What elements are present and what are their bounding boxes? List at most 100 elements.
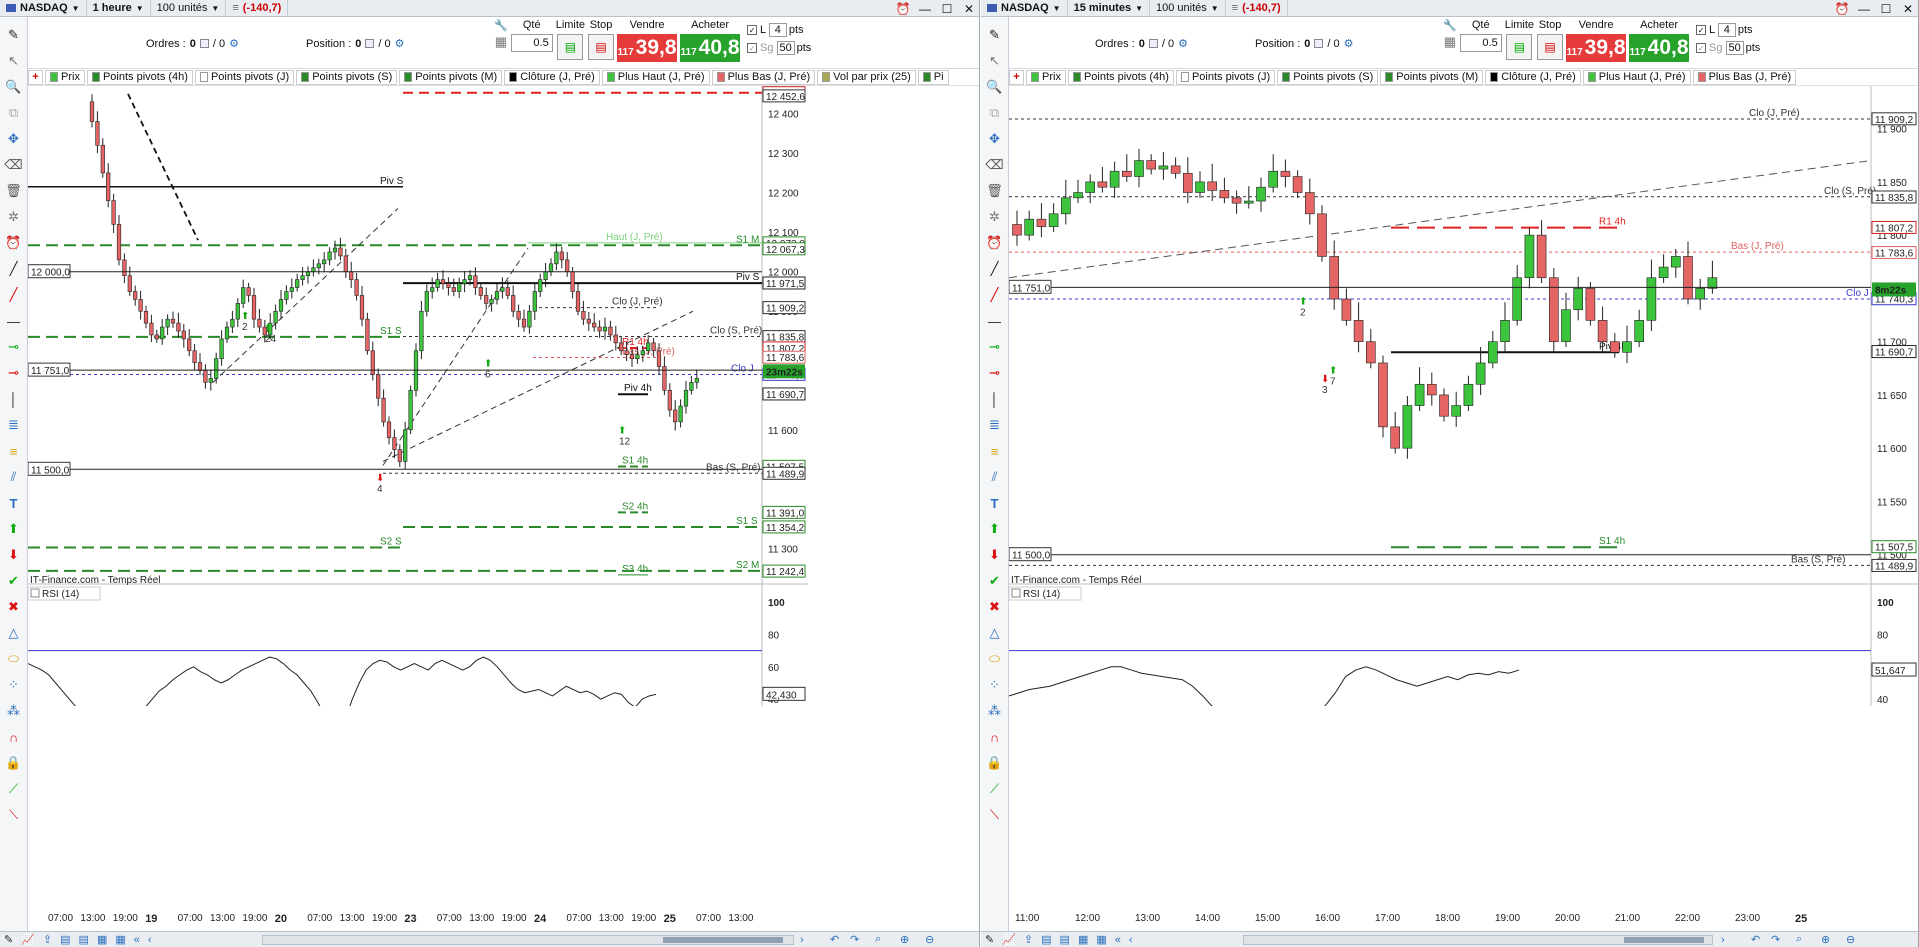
- pencil-icon[interactable]: ✎: [985, 933, 994, 946]
- list3-icon[interactable]: ▦: [97, 933, 107, 946]
- trendline-icon[interactable]: ╱: [985, 259, 1005, 279]
- zoom-fit-icon[interactable]: ⌕: [1796, 933, 1802, 946]
- hline-red-icon[interactable]: ⊸: [4, 363, 24, 383]
- l-pts-input[interactable]: 4: [1717, 23, 1736, 37]
- list2-icon[interactable]: ▤: [1060, 933, 1070, 946]
- vline-icon[interactable]: │: [985, 389, 1005, 409]
- list-icon[interactable]: ▤: [60, 933, 70, 946]
- calculator-icon[interactable]: ▦: [495, 34, 507, 50]
- orders-list-icon[interactable]: [1148, 39, 1158, 48]
- indicator-tag[interactable]: Prix: [1026, 69, 1066, 85]
- alarm-icon[interactable]: ⏰: [895, 2, 911, 16]
- lock-icon[interactable]: 🔒: [4, 753, 24, 773]
- list3-icon[interactable]: ▦: [1078, 933, 1088, 946]
- indicator-tag[interactable]: Points pivots (S): [296, 69, 398, 85]
- pencil-icon[interactable]: ✎: [985, 25, 1005, 45]
- pattern-red-icon[interactable]: ⟍: [4, 805, 24, 825]
- limit-order-button[interactable]: ▤: [1506, 34, 1533, 60]
- checkmark-icon[interactable]: ✔: [4, 571, 24, 591]
- indicator-tag[interactable]: Points pivots (4h): [86, 69, 193, 85]
- indicator-tag[interactable]: Prix: [45, 69, 85, 85]
- minimize-icon[interactable]: —: [917, 2, 933, 16]
- scroll-left-icon[interactable]: «: [134, 934, 140, 946]
- redo-icon[interactable]: ↷: [1771, 933, 1780, 946]
- indicator-tag[interactable]: Points pivots (J): [1175, 69, 1276, 85]
- scroll-left-icon[interactable]: «: [1115, 934, 1121, 946]
- scroll-forward-icon[interactable]: ›: [1721, 934, 1725, 946]
- cross-icon[interactable]: ✖: [4, 597, 24, 617]
- qty-input[interactable]: 0.5: [510, 34, 553, 52]
- redo-icon[interactable]: ↷: [850, 933, 859, 946]
- minimize-icon[interactable]: —: [1856, 2, 1872, 16]
- ray-icon[interactable]: ╱: [4, 285, 24, 305]
- copy-icon[interactable]: ⧉: [4, 103, 24, 123]
- timeframe-select[interactable]: 15 minutes ▼: [1068, 0, 1150, 17]
- list4-icon[interactable]: ▦: [115, 933, 125, 946]
- l-checkbox[interactable]: ✓: [1696, 25, 1707, 36]
- stop-order-button[interactable]: ▤: [588, 34, 615, 60]
- fibonacci-icon[interactable]: ≣: [985, 415, 1005, 435]
- lock-icon[interactable]: 🔒: [985, 753, 1005, 773]
- indicator-tag[interactable]: Plus Bas (J, Pré): [1692, 69, 1797, 85]
- triangle-icon[interactable]: △: [985, 623, 1005, 643]
- arrow-up-icon[interactable]: ⬆: [985, 519, 1005, 539]
- fibonacci-icon[interactable]: ≣: [4, 415, 24, 435]
- wrench-icon[interactable]: 🔧: [1443, 19, 1457, 34]
- triangle-icon[interactable]: △: [4, 623, 24, 643]
- list2-icon[interactable]: ▤: [79, 933, 89, 946]
- indicator-tag[interactable]: Clôture (J, Pré): [504, 69, 600, 85]
- copy-icon[interactable]: ⧉: [985, 103, 1005, 123]
- cursor-icon[interactable]: ↖: [4, 51, 24, 71]
- move-icon[interactable]: ✥: [4, 129, 24, 149]
- eraser-icon[interactable]: ⌫: [4, 155, 24, 175]
- text-icon[interactable]: T: [4, 493, 24, 513]
- stop-order-button[interactable]: ▤: [1537, 34, 1564, 60]
- sg-pts-input[interactable]: 50: [776, 41, 795, 55]
- instrument-select[interactable]: NASDAQ ▼: [981, 0, 1068, 17]
- magnet-icon[interactable]: ✲: [4, 207, 24, 227]
- zoom-fit-icon[interactable]: ⌕: [875, 933, 881, 946]
- gear-icon[interactable]: ⚙: [229, 37, 239, 50]
- indicator-tag[interactable]: Plus Bas (J, Pré): [711, 69, 816, 85]
- arrow-up-icon[interactable]: ⬆: [4, 519, 24, 539]
- instrument-select[interactable]: NASDAQ ▼: [0, 0, 87, 17]
- alarm-icon[interactable]: ⏰: [985, 233, 1005, 253]
- chart-type-icon[interactable]: 📈: [21, 933, 35, 946]
- zoom-icon[interactable]: 🔍: [4, 77, 24, 97]
- sell-button[interactable]: 117 39,8: [1566, 34, 1627, 62]
- wrench-icon[interactable]: 🔧: [494, 19, 508, 34]
- chart-type-icon[interactable]: 📈: [1002, 933, 1016, 946]
- eraser-icon[interactable]: ⌫: [985, 155, 1005, 175]
- vline-icon[interactable]: │: [4, 389, 24, 409]
- hline-green-icon[interactable]: ⊸: [985, 337, 1005, 357]
- arrow-down-icon[interactable]: ⬇: [985, 545, 1005, 565]
- sg-checkbox[interactable]: ✓: [747, 43, 758, 54]
- scrollbar-thumb[interactable]: [663, 937, 783, 943]
- text-icon[interactable]: T: [985, 493, 1005, 513]
- sg-checkbox[interactable]: ✓: [1696, 43, 1707, 54]
- trendline-icon[interactable]: ╱: [4, 259, 24, 279]
- hline-red-icon[interactable]: ⊸: [985, 363, 1005, 383]
- checkmark-icon[interactable]: ✔: [985, 571, 1005, 591]
- gann-icon[interactable]: ⁂: [985, 701, 1005, 721]
- share-icon[interactable]: ⇪: [1024, 933, 1033, 946]
- l-pts-input[interactable]: 4: [768, 23, 787, 37]
- undo-icon[interactable]: ↶: [830, 933, 839, 946]
- undo-icon[interactable]: ↶: [1751, 933, 1760, 946]
- indicator-tag[interactable]: Points pivots (M): [1380, 69, 1484, 85]
- pencil-icon[interactable]: ✎: [4, 933, 13, 946]
- timeframe-select[interactable]: 1 heure ▼: [87, 0, 151, 17]
- limit-order-button[interactable]: ▤: [557, 34, 584, 60]
- maximize-icon[interactable]: ☐: [939, 2, 955, 16]
- magnet-icon[interactable]: ✲: [985, 207, 1005, 227]
- ray-icon[interactable]: ╱: [985, 285, 1005, 305]
- points-icon[interactable]: ⁘: [4, 675, 24, 695]
- indicator-tag[interactable]: Points pivots (J): [194, 69, 295, 85]
- list4-icon[interactable]: ▦: [1096, 933, 1106, 946]
- magnet-red-icon[interactable]: ∩: [985, 727, 1005, 747]
- cross-icon[interactable]: ✖: [985, 597, 1005, 617]
- zoom-out-icon[interactable]: ⊖: [1846, 933, 1855, 946]
- channel-icon[interactable]: ⫽: [4, 467, 24, 487]
- indicator-tag[interactable]: Vol par prix (25): [817, 69, 916, 85]
- alarm-icon[interactable]: ⏰: [4, 233, 24, 253]
